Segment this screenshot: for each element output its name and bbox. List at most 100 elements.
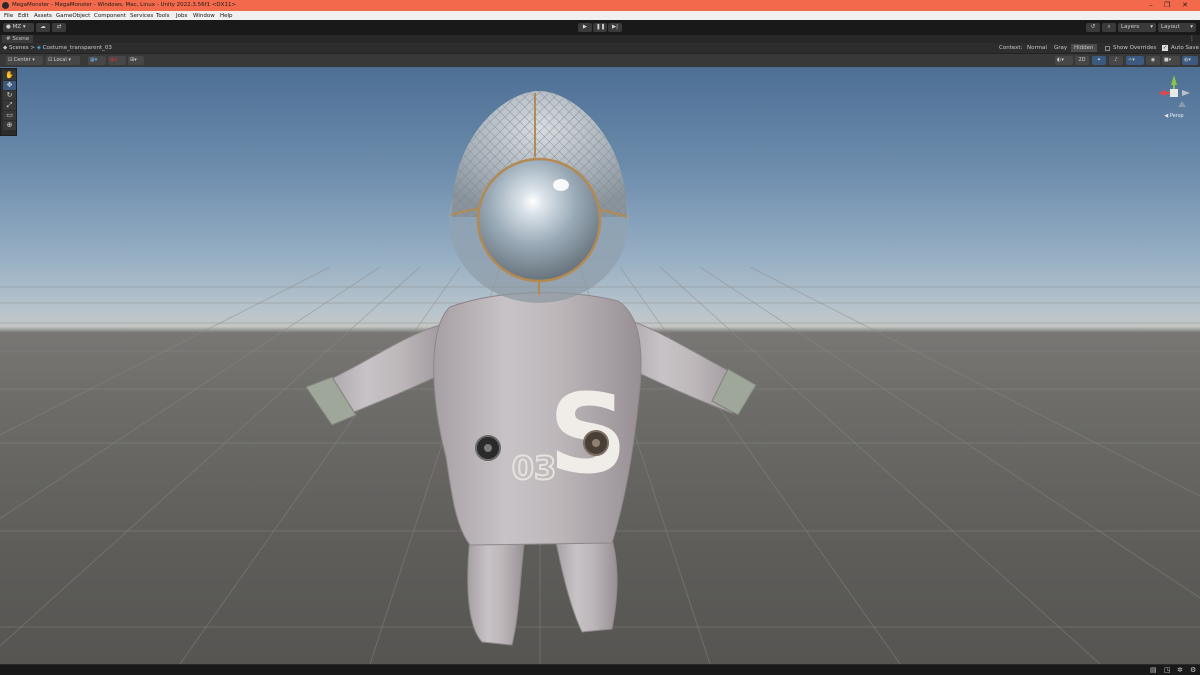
layout-label: Layout bbox=[1161, 24, 1180, 30]
chevron-down-icon: ▾ bbox=[32, 57, 35, 63]
chevron-down-icon: ▾ bbox=[1190, 24, 1193, 30]
transform-tool[interactable]: ⊕ bbox=[3, 121, 16, 130]
context-label: Context: bbox=[999, 45, 1023, 51]
menu-item-gameobject[interactable]: GameObject bbox=[56, 13, 90, 19]
space-label: Local bbox=[53, 57, 67, 63]
chevron-down-icon: ▾ bbox=[22, 24, 26, 30]
minimize-button[interactable]: – bbox=[1146, 1, 1156, 10]
layout-dropdown[interactable]: Layout ▾ bbox=[1158, 23, 1196, 32]
eye-icon: ◉ bbox=[1150, 57, 1156, 63]
account-dropdown[interactable]: ● MZ ▾ bbox=[3, 23, 34, 32]
version-control-button[interactable]: ⇄ bbox=[52, 23, 66, 32]
debug-mode-icon[interactable]: ✲ bbox=[1177, 666, 1183, 674]
menu-item-jobs[interactable]: Jobs bbox=[176, 13, 187, 19]
scale-tool[interactable]: ⤢ bbox=[3, 101, 16, 110]
scene-viewport[interactable]: S 03 ✋ ✥ ↻ ⤢ ▭ ⊕ bbox=[0, 67, 1200, 664]
scene-tab-icon: # bbox=[6, 36, 11, 42]
main-toolbar: ● MZ ▾ ☁ ⇄ ▶ ❚❚ ▶| ↺ ⌕ Layers ▾ Layout ▾ bbox=[0, 20, 1200, 35]
tab-menu-icon[interactable]: ⋮ bbox=[1189, 35, 1195, 43]
grid-snapping-dropdown[interactable]: ▦▾ bbox=[88, 56, 106, 65]
prefab-icon: ◈ bbox=[36, 45, 41, 51]
menu-item-help[interactable]: Help bbox=[220, 13, 233, 19]
tab-scene-label: Scene bbox=[12, 36, 30, 42]
hidden-objects-toggle[interactable]: ◉ bbox=[1146, 56, 1160, 65]
effects-icon: ✧▾ bbox=[1128, 57, 1135, 63]
scene-render: S 03 bbox=[0, 91, 1200, 664]
play-icon: ▶ bbox=[582, 24, 588, 30]
space-dropdown[interactable]: ⊡ Local ▾ bbox=[46, 56, 80, 65]
menu-bar: File Edit Assets GameObject Component Se… bbox=[0, 11, 1200, 20]
rotate-tool[interactable]: ↻ bbox=[3, 91, 16, 100]
rotate-icon: ↻ bbox=[6, 91, 13, 99]
cache-server-icon[interactable]: ▤ bbox=[1150, 666, 1157, 674]
search-button[interactable]: ⌕ bbox=[1102, 23, 1116, 32]
effects-dropdown[interactable]: ✧▾ bbox=[1126, 56, 1144, 65]
toggle-2d-button[interactable]: 2D bbox=[1075, 56, 1089, 65]
window-title: MegaMonster - MegaMonster - Windows, Mac… bbox=[12, 2, 237, 8]
camera-settings-dropdown[interactable]: ■▾ bbox=[1162, 56, 1180, 65]
toggle-2d-label: 2D bbox=[1078, 57, 1086, 63]
chevron-down-icon: ▾ bbox=[1150, 24, 1153, 30]
tool-palette: ✋ ✥ ↻ ⤢ ▭ ⊕ bbox=[0, 68, 17, 136]
version-control-icon: ⇄ bbox=[56, 24, 62, 30]
chevron-down-icon: ▾ bbox=[68, 57, 71, 63]
axis-gizmo-icon bbox=[1158, 75, 1190, 107]
scenes-icon: ◆ bbox=[3, 45, 8, 51]
context-option-normal[interactable]: Normal bbox=[1027, 45, 1047, 51]
shading-mode-dropdown[interactable]: ◐▾ bbox=[1055, 56, 1073, 65]
unity-logo-icon bbox=[2, 2, 9, 9]
settings-icon[interactable]: ⚙ bbox=[1190, 666, 1196, 674]
pause-button[interactable]: ❚❚ bbox=[593, 23, 607, 32]
close-button[interactable]: ✕ bbox=[1180, 1, 1190, 10]
menu-item-file[interactable]: File bbox=[4, 13, 13, 19]
auto-save-label: Auto Save bbox=[1171, 45, 1200, 51]
step-button[interactable]: ▶| bbox=[608, 23, 622, 32]
menu-item-component[interactable]: Component bbox=[94, 13, 126, 19]
camera-icon: ■▾ bbox=[1164, 57, 1172, 63]
cloud-button[interactable]: ☁ bbox=[36, 23, 50, 32]
pause-icon: ❚❚ bbox=[596, 24, 606, 30]
context-option-hidden[interactable]: Hidden bbox=[1071, 44, 1097, 52]
breadcrumb: ◆ Scenes > ◈ Costume_transparent_03 bbox=[3, 45, 112, 51]
astronaut-model: S 03 bbox=[305, 91, 757, 646]
play-button[interactable]: ▶ bbox=[578, 23, 592, 32]
snap-increment-dropdown[interactable]: ▣▾ bbox=[108, 56, 126, 65]
transform-icon: ⊕ bbox=[6, 121, 13, 129]
step-icon: ▶| bbox=[611, 24, 619, 30]
progress-icon[interactable]: ◳ bbox=[1164, 666, 1171, 674]
chest-number: 03 bbox=[512, 449, 557, 487]
undo-history-button[interactable]: ↺ bbox=[1086, 23, 1100, 32]
hand-tool[interactable]: ✋ bbox=[3, 71, 16, 80]
tab-scene[interactable]: # Scene bbox=[2, 35, 34, 43]
show-overrides-checkbox[interactable] bbox=[1105, 46, 1110, 51]
breadcrumb-root[interactable]: Scenes bbox=[9, 45, 29, 51]
menu-item-window[interactable]: Window bbox=[193, 13, 215, 19]
scene-view-toolbar: ⊡ Center ▾ ⊡ Local ▾ ▦▾ ▣▾ ⊞▾ ◐▾ 2D ✦ ♪ … bbox=[0, 54, 1200, 67]
lighting-toggle[interactable]: ✦ bbox=[1092, 56, 1106, 65]
grid-visibility-dropdown[interactable]: ⊞▾ bbox=[128, 56, 144, 65]
breadcrumb-current[interactable]: Costume_transparent_03 bbox=[43, 45, 112, 51]
cloud-icon: ☁ bbox=[40, 24, 46, 30]
gizmos-icon: ◍▾ bbox=[1184, 57, 1191, 63]
menu-item-tools[interactable]: Tools bbox=[156, 13, 170, 19]
grid-snap-icon: ▦▾ bbox=[90, 57, 98, 63]
projection-label[interactable]: ◀ Persp bbox=[1152, 113, 1196, 119]
audio-toggle[interactable]: ♪ bbox=[1109, 56, 1123, 65]
orientation-gizmo[interactable]: ◀ Persp bbox=[1152, 71, 1196, 123]
pivot-label: Center bbox=[13, 57, 31, 63]
menu-item-services[interactable]: Services bbox=[130, 13, 153, 19]
move-tool[interactable]: ✥ bbox=[3, 81, 16, 90]
pivot-dropdown[interactable]: ⊡ Center ▾ bbox=[6, 56, 43, 65]
menu-item-edit[interactable]: Edit bbox=[18, 13, 29, 19]
gizmos-dropdown[interactable]: ◍▾ bbox=[1182, 56, 1198, 65]
auto-save-checkbox[interactable]: ✓ bbox=[1162, 45, 1168, 51]
menu-item-assets[interactable]: Assets bbox=[34, 13, 52, 19]
maximize-button[interactable]: ❐ bbox=[1162, 1, 1172, 10]
layers-dropdown[interactable]: Layers ▾ bbox=[1118, 23, 1156, 32]
rect-tool[interactable]: ▭ bbox=[3, 111, 16, 120]
scale-icon: ⤢ bbox=[6, 101, 13, 109]
context-option-gray[interactable]: Gray bbox=[1054, 45, 1067, 51]
space-icon: ⊡ bbox=[48, 57, 53, 63]
title-bar: MegaMonster - MegaMonster - Windows, Mac… bbox=[0, 0, 1200, 11]
grid-visibility-icon: ⊞▾ bbox=[130, 57, 137, 63]
